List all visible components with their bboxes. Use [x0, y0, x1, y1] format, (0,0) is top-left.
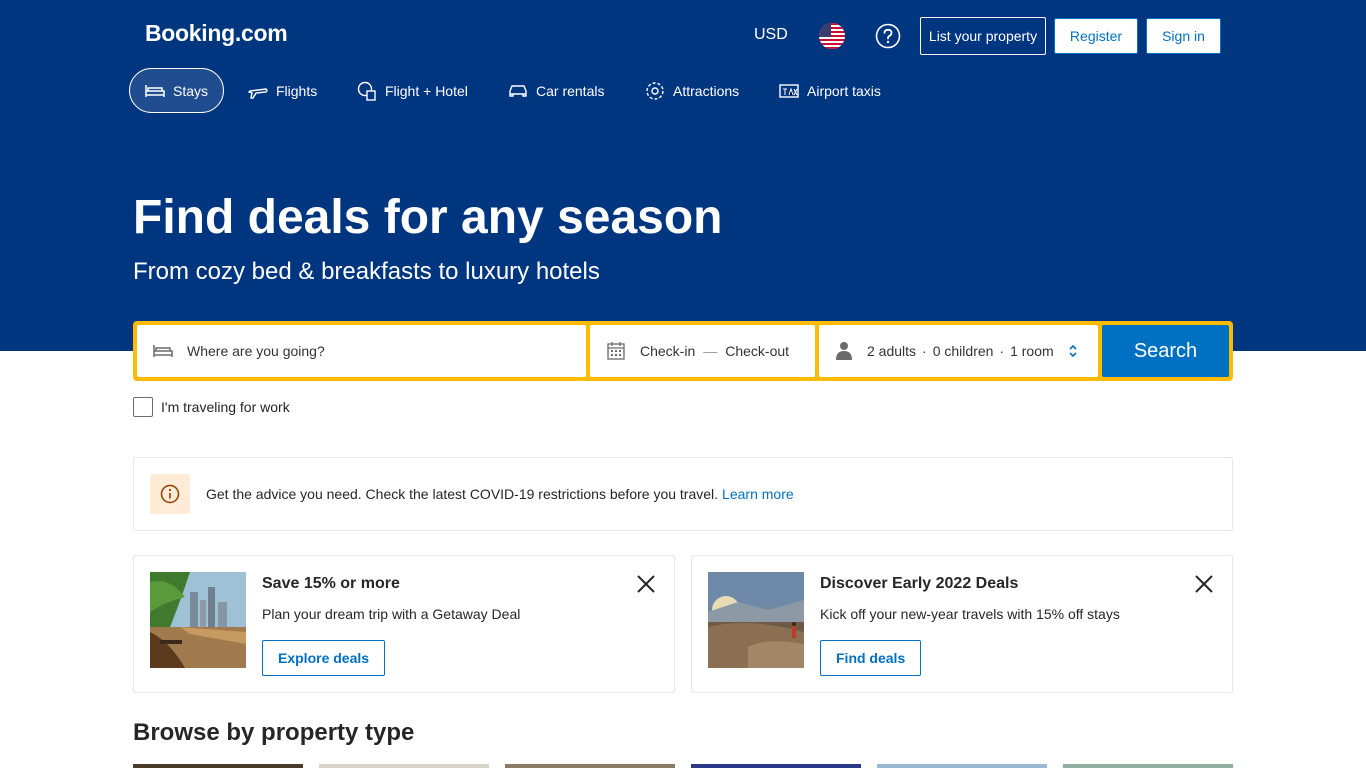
close-icon[interactable]: [636, 574, 656, 594]
bed-icon: [153, 345, 173, 357]
explore-deals-button[interactable]: Explore deals: [262, 640, 386, 676]
nav-car-rentals[interactable]: Car rentals: [493, 68, 619, 113]
children-count: 0 children: [932, 343, 994, 359]
guests-field[interactable]: 2 adults · 0 children · 1 room: [819, 325, 1098, 377]
property-type-thumbnail[interactable]: [133, 764, 303, 768]
hero-subtitle: From cozy bed & breakfasts to luxury hot…: [133, 258, 600, 285]
checkin-label[interactable]: Check-in: [640, 343, 695, 359]
work-travel-checkbox[interactable]: [133, 397, 153, 417]
covid-notice: Get the advice you need. Check the lates…: [133, 457, 1233, 531]
getaway-deal-card: Save 15% or more Plan your dream trip wi…: [133, 555, 675, 693]
us-flag-icon[interactable]: [819, 23, 845, 49]
nav-airport-taxis[interactable]: Airport taxis: [764, 68, 896, 113]
property-type-thumbnail[interactable]: [877, 764, 1047, 768]
property-type-thumbnail[interactable]: [691, 764, 861, 768]
find-deals-button[interactable]: Find deals: [820, 640, 922, 676]
nav-attractions-label: Attractions: [673, 82, 740, 99]
adults-count: 2 adults: [867, 343, 917, 359]
flight-hotel-icon: [357, 81, 376, 101]
learn-more-link[interactable]: Learn more: [722, 486, 794, 502]
nav-flights[interactable]: Flights: [233, 68, 332, 113]
hero-title: Find deals for any season: [133, 191, 723, 244]
nav-flights-label: Flights: [276, 82, 318, 99]
property-type-thumbnail[interactable]: [319, 764, 489, 768]
info-icon: [150, 474, 190, 514]
nav-flight-hotel[interactable]: Flight + Hotel: [342, 68, 483, 113]
work-travel-label: I'm traveling for work: [161, 399, 290, 415]
guest-separator: ·: [999, 343, 1005, 359]
person-icon: [836, 342, 852, 360]
help-icon[interactable]: [875, 23, 901, 49]
early-deals-card: Discover Early 2022 Deals Kick off your …: [691, 555, 1233, 693]
browse-property-heading: Browse by property type: [133, 719, 415, 746]
guest-separator: ·: [922, 343, 927, 359]
card-description: Kick off your new-year travels with 15% …: [820, 606, 1120, 622]
covid-text: Get the advice you need. Check the lates…: [206, 486, 719, 502]
search-bar: Where are you going? Check-in — Check-ou…: [133, 321, 1233, 381]
attractions-icon: [646, 81, 664, 100]
nav-flight-hotel-label: Flight + Hotel: [385, 82, 468, 99]
date-separator: —: [703, 343, 718, 359]
plane-icon: [248, 87, 268, 99]
close-icon[interactable]: [1194, 574, 1214, 594]
currency-selector[interactable]: USD: [754, 26, 788, 44]
nav-attractions[interactable]: Attractions: [630, 68, 754, 113]
property-type-thumbnail[interactable]: [505, 764, 675, 768]
taxi-icon: [779, 83, 799, 98]
list-property-button[interactable]: List your property: [920, 17, 1046, 55]
nav-stays[interactable]: Stays: [129, 68, 225, 113]
dates-field[interactable]: Check-in — Check-out: [590, 325, 815, 377]
work-travel-option[interactable]: I'm traveling for work: [133, 397, 290, 417]
checkout-label[interactable]: Check-out: [725, 343, 789, 359]
property-type-thumbnail[interactable]: [1063, 764, 1233, 768]
register-button[interactable]: Register: [1054, 18, 1138, 54]
destination-field[interactable]: Where are you going?: [137, 325, 586, 377]
calendar-icon: [607, 342, 625, 360]
destination-placeholder: Where are you going?: [187, 343, 325, 359]
search-button[interactable]: Search: [1102, 325, 1229, 377]
booking-logo[interactable]: Booking.com: [145, 20, 288, 47]
nav-airport-taxis-label: Airport taxis: [807, 82, 881, 99]
bed-icon: [145, 84, 165, 97]
nav-stays-label: Stays: [173, 82, 209, 99]
card-title: Save 15% or more: [262, 575, 400, 592]
rooms-count: 1 room: [1010, 343, 1054, 359]
mountain-image: [708, 572, 804, 668]
car-icon: [509, 84, 527, 97]
sign-in-button[interactable]: Sign in: [1146, 18, 1221, 54]
chevron-updown-icon: [1069, 344, 1077, 358]
card-title: Discover Early 2022 Deals: [820, 575, 1019, 592]
park-image: [150, 572, 246, 668]
nav-car-rentals-label: Car rentals: [536, 82, 605, 99]
card-description: Plan your dream trip with a Getaway Deal: [262, 606, 521, 622]
